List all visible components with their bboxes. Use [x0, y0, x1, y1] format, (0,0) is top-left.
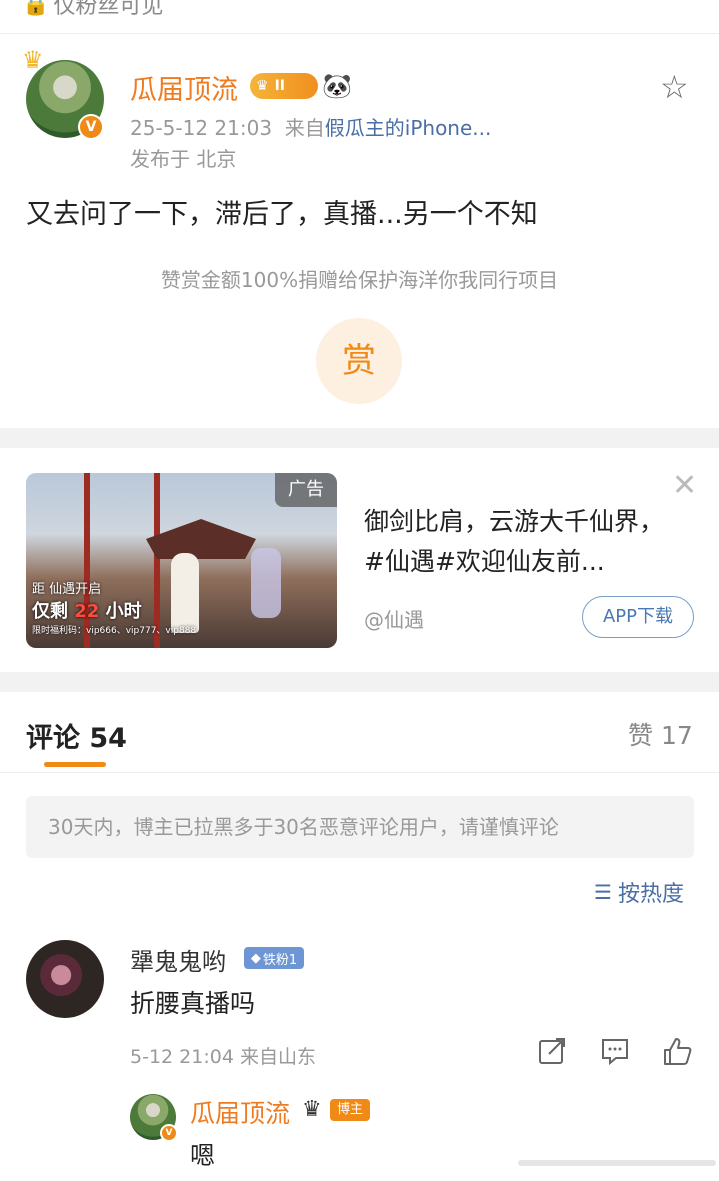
- ad-image[interactable]: 距 仙遇开启 仅剩 22 小时 限时福利码：vip666、vip777、vip8…: [26, 473, 337, 648]
- top-bar: 🔒 仅粉丝可见: [0, 0, 719, 34]
- author-name[interactable]: 瓜届顶流: [130, 68, 238, 107]
- visibility-indicator: 🔒 仅粉丝可见: [22, 0, 163, 20]
- post-source[interactable]: 假瓜主的iPhone...: [325, 116, 492, 140]
- verified-badge: V: [78, 114, 104, 140]
- post-location: 发布于 北京: [130, 147, 237, 171]
- banner-line1: 距 仙遇开启: [32, 582, 102, 597]
- reward-note: 赞赏金额100%捐赠给保护海洋你我同行项目: [160, 268, 559, 292]
- post-content: 又去问了一下，滞后了，真播...另一个不知: [26, 199, 538, 230]
- banner-line3: 限时福利码：vip666、vip777、vip888: [32, 626, 197, 636]
- post-meta: 25-5-12 21:03 来自假瓜主的iPhone...: [130, 112, 491, 141]
- fan-badge-label: 铁粉1: [262, 952, 298, 968]
- crown-small-icon: ♛: [256, 78, 269, 94]
- section-separator: [0, 672, 719, 692]
- share-icon[interactable]: [535, 1036, 569, 1070]
- tab-comments[interactable]: 评论 54: [26, 716, 127, 755]
- level-badge[interactable]: ♛ II: [250, 73, 318, 99]
- comment-notice: 30天内，博主已拉黑多于30名恶意评论用户，请谨慎评论: [26, 796, 694, 858]
- source-prefix: 来自: [284, 116, 325, 140]
- sort-label: 按热度: [617, 882, 684, 907]
- active-tab-indicator: [44, 762, 106, 767]
- ad-banner-text: 距 仙遇开启 仅剩 22 小时 限时福利码：vip666、vip777、vip8…: [32, 578, 196, 636]
- banner-prefix: 仅剩: [32, 601, 68, 622]
- visibility-label: 仅粉丝可见: [53, 0, 164, 19]
- banner-suffix: 小时: [105, 601, 142, 622]
- ad-tag: 广告: [275, 473, 337, 507]
- fan-badge[interactable]: ◆ 铁粉1: [244, 947, 304, 969]
- reply-author-name[interactable]: 瓜届顶流: [190, 1094, 290, 1130]
- lock-icon: 🔒: [22, 0, 50, 17]
- crown-icon: ♛: [302, 1097, 322, 1122]
- sort-button[interactable]: ☰ 按热度: [594, 876, 684, 908]
- home-indicator: [518, 1160, 716, 1166]
- ad-account[interactable]: @仙遇: [364, 604, 424, 633]
- character-figure: [251, 548, 281, 618]
- comment-meta: 5-12 21:04 来自山东: [130, 1046, 316, 1068]
- diamond-icon: ◆: [250, 950, 261, 966]
- comment-icon[interactable]: [598, 1036, 632, 1070]
- level-label: II: [274, 78, 285, 94]
- banner-line2: 仅剩 22 小时: [32, 597, 196, 623]
- app-download-button[interactable]: APP下载: [582, 596, 694, 638]
- ad-title[interactable]: 御剑比肩，云游大千仙界，#仙遇#欢迎仙友前...: [364, 502, 684, 582]
- like-icon[interactable]: [660, 1036, 694, 1070]
- roof-decoration: [146, 519, 256, 559]
- close-icon[interactable]: ✕: [672, 468, 697, 503]
- reply-text: 嗯: [190, 1141, 216, 1170]
- panda-icon: 🐼: [322, 72, 352, 100]
- comment-text: 折腰真播吗: [130, 989, 256, 1018]
- reward-button[interactable]: 赏: [316, 318, 402, 404]
- favorite-star-icon[interactable]: ☆: [660, 68, 689, 106]
- author-badge: 博主: [330, 1099, 370, 1121]
- banner-countdown: 22: [74, 601, 100, 622]
- post-timestamp: 25-5-12 21:03: [130, 116, 273, 140]
- divider: [0, 772, 719, 773]
- verified-badge: V: [160, 1124, 178, 1142]
- commenter-avatar[interactable]: [26, 940, 104, 1018]
- commenter-name[interactable]: 犟鬼鬼哟: [130, 942, 226, 977]
- sort-icon: ☰: [594, 880, 612, 904]
- section-separator: [0, 428, 719, 448]
- tab-likes[interactable]: 赞 17: [628, 716, 693, 752]
